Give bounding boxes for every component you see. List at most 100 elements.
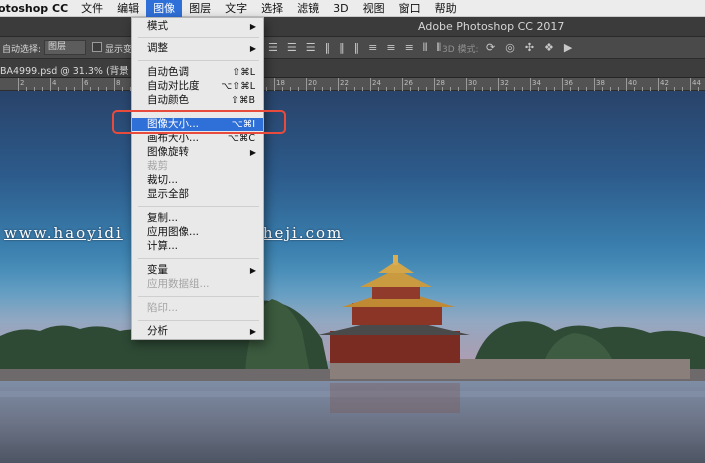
submenu-arrow-icon: ▶ [249, 148, 256, 157]
menu-item-calculations[interactable]: 计算... [132, 240, 263, 253]
distribute-vcenter-icon[interactable]: ≡ [386, 41, 395, 55]
menu-select[interactable]: 选择 [254, 0, 290, 17]
align-hcenter-icon[interactable]: ‖ [339, 41, 345, 55]
macos-menu-bar: otoshop CC 文件 编辑 图像 图层 文字 选择 滤镜 3D 视图 窗口… [0, 0, 705, 17]
distribute-bottom-icon[interactable]: ≡ [405, 41, 414, 55]
menu-item-auto-tone[interactable]: 自动色调 ⇧⌘L [132, 66, 263, 79]
ruler-tick [50, 78, 51, 91]
3d-drag-icon[interactable]: ✣ [525, 41, 534, 54]
menu-item-auto-color[interactable]: 自动颜色 ⇧⌘B [132, 94, 263, 107]
menu-help[interactable]: 帮助 [428, 0, 464, 17]
window-title: Adobe Photoshop CC 2017 [418, 20, 565, 33]
menu-item-image-rotation[interactable]: 图像旋转 ▶ [132, 146, 263, 159]
menu-view[interactable]: 视图 [356, 0, 392, 17]
ruler-tick [338, 78, 339, 91]
ruler-tick [594, 78, 595, 91]
horizontal-ruler[interactable]: 2468101214161820222426283032343638404244 [0, 78, 705, 91]
menu-edit[interactable]: 编辑 [110, 0, 146, 17]
ruler-number: 24 [372, 79, 381, 87]
ruler-tick [434, 78, 435, 91]
align-bottom-icon[interactable]: ☰ [306, 41, 316, 55]
menu-item-duplicate[interactable]: 复制... [132, 212, 263, 225]
3d-slide-icon[interactable]: ❖ [544, 41, 554, 54]
menu-image[interactable]: 图像 [146, 0, 183, 17]
auto-select-label: 自动选择: [2, 45, 42, 55]
menu-separator [138, 296, 259, 297]
ruler-tick [114, 78, 115, 91]
ruler-tick [402, 78, 403, 91]
ruler-number: 8 [116, 79, 121, 87]
menu-window[interactable]: 窗口 [392, 0, 428, 17]
ruler-number: 28 [436, 79, 445, 87]
ruler-number: 38 [596, 79, 605, 87]
submenu-arrow-icon: ▶ [249, 44, 256, 53]
duplicate-label: 复制... [147, 212, 179, 224]
ruler-number: 20 [308, 79, 317, 87]
reveal-all-label: 显示全部 [147, 188, 189, 200]
3d-roll-icon[interactable]: ◎ [505, 41, 515, 54]
ruler-number: 6 [84, 79, 89, 87]
ruler-number: 4 [52, 79, 57, 87]
menu-type[interactable]: 文字 [218, 0, 254, 17]
ruler-tick [530, 78, 531, 91]
analysis-label: 分析 [147, 325, 168, 337]
ruler-number: 34 [532, 79, 541, 87]
app-name[interactable]: otoshop CC [0, 2, 74, 15]
image-rotation-label: 图像旋转 [147, 146, 189, 158]
auto-color-label: 自动颜色 [147, 94, 189, 106]
distribute-hcenter-icon[interactable]: ⫴ [436, 41, 441, 55]
distribute-top-icon[interactable]: ≡ [368, 41, 377, 55]
ruler-number: 32 [500, 79, 509, 87]
menu-filter[interactable]: 滤镜 [290, 0, 326, 17]
distribute-left-icon[interactable]: ⫴ [423, 41, 428, 55]
submenu-arrow-icon: ▶ [249, 22, 256, 31]
show-transform-checkbox[interactable] [92, 42, 102, 52]
align-tools: ☰ ☰ ☰ ‖ ‖ ‖ ≡ ≡ ≡ ⫴ ⫴ [268, 41, 441, 55]
menu-item-variables[interactable]: 变量 ▶ [132, 264, 263, 277]
apply-data-set-label: 应用数据组... [147, 278, 210, 290]
menu-item-apply-image[interactable]: 应用图像... [132, 226, 263, 239]
crop-label: 裁剪 [147, 160, 168, 172]
menu-3d[interactable]: 3D [326, 0, 355, 17]
3d-tools: ⟳ ◎ ✣ ❖ ▶ [486, 41, 572, 54]
menu-item-adjustments[interactable]: 调整 ▶ [132, 42, 263, 55]
3d-rotate-icon[interactable]: ⟳ [486, 41, 495, 54]
watermark-text-left: www.haoyidi [4, 224, 123, 242]
mode-label: 模式 [147, 20, 168, 32]
ruler-tick [562, 78, 563, 91]
auto-tone-shortcut: ⇧⌘L [232, 67, 255, 78]
document-tab-bar: BA4999.psd @ 31.3% (背景 拷贝 [0, 59, 705, 78]
menu-separator [138, 206, 259, 207]
document-tab[interactable]: BA4999.psd @ 31.3% (背景 拷贝 [0, 63, 151, 77]
annotation-highlight-box [112, 110, 286, 134]
menu-item-mode[interactable]: 模式 ▶ [132, 20, 263, 33]
ruler-number: 40 [628, 79, 637, 87]
auto-contrast-shortcut: ⌥⇧⌘L [221, 81, 255, 92]
3d-mode-label: 3D 模式: [442, 45, 479, 55]
forbidden-city-photo [0, 255, 705, 463]
align-top-icon[interactable]: ☰ [268, 41, 278, 55]
menu-item-reveal-all[interactable]: 显示全部 [132, 188, 263, 201]
ruler-number: 44 [692, 79, 701, 87]
layer-select-dropdown[interactable]: 图层 [44, 40, 86, 55]
variables-label: 变量 [147, 264, 168, 276]
show-transform-label: 显示变 [105, 45, 133, 55]
menu-item-analysis[interactable]: 分析 ▶ [132, 325, 263, 338]
menu-file[interactable]: 文件 [74, 0, 110, 17]
align-right-icon[interactable]: ‖ [354, 41, 360, 55]
menu-item-apply-data-set: 应用数据组... [132, 278, 263, 291]
ruler-number: 36 [564, 79, 573, 87]
menu-item-trim[interactable]: 裁切... [132, 174, 263, 187]
menu-separator [138, 37, 259, 38]
align-vcenter-icon[interactable]: ☰ [287, 41, 297, 55]
document-canvas[interactable] [0, 91, 705, 463]
align-left-icon[interactable]: ‖ [325, 41, 331, 55]
ruler-tick [18, 78, 19, 91]
apply-image-label: 应用图像... [147, 226, 200, 238]
menu-layer[interactable]: 图层 [182, 0, 218, 17]
menu-item-auto-contrast[interactable]: 自动对比度 ⌥⇧⌘L [132, 80, 263, 93]
menu-separator [138, 320, 259, 321]
3d-scale-icon[interactable]: ▶ [564, 41, 572, 54]
watermark-text-right: heji.com [262, 224, 344, 242]
ruler-tick [82, 78, 83, 91]
